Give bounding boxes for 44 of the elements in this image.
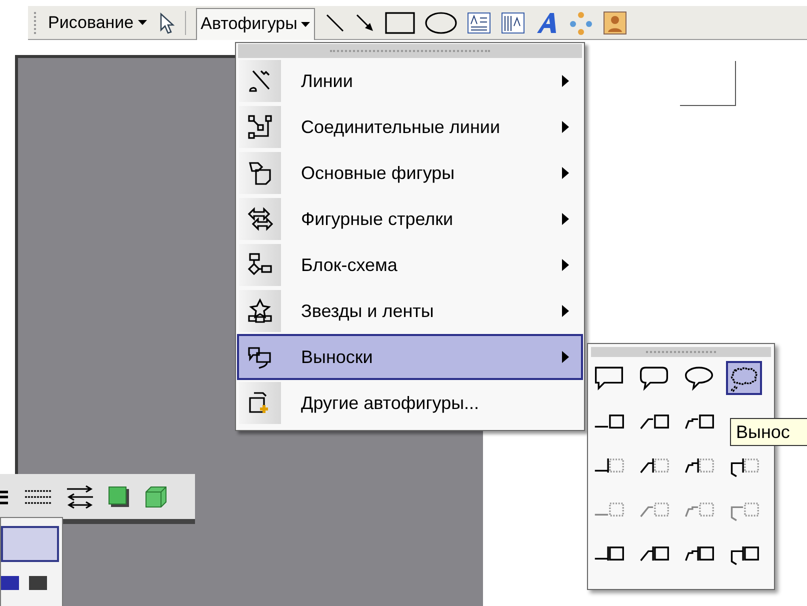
clipart-icon[interactable] [603,10,628,34]
menu-item[interactable]: Фигурные стрелки [237,196,583,242]
line-icon[interactable] [325,12,346,32]
menu-grip[interactable] [238,44,582,58]
menu-item-label: Выноски [301,346,373,368]
menu-item[interactable]: Другие автофигуры... [237,380,583,426]
caret-icon [301,22,310,26]
pointer-icon[interactable] [158,12,175,34]
menu-item-label: Основные фигуры [301,162,455,185]
menu-item[interactable]: Блок-схема [237,242,583,288]
callout-shape-button[interactable] [726,361,762,395]
menu-item[interactable]: Линии [237,58,583,104]
menu-item[interactable]: Основные фигуры [237,150,583,196]
shadow-icon[interactable] [108,486,130,508]
tooltip: Вынос [730,418,807,446]
double-arrow-icon [247,206,273,232]
caret-icon [138,20,147,25]
panel-option[interactable] [1,526,59,562]
cube-icon[interactable] [144,484,168,508]
menu-item-label: Соединительные линии [301,116,500,139]
autoshapes-menu[interactable]: Автофигуры [196,8,316,40]
menu-item[interactable]: Звезды и ленты [237,288,583,334]
flowchart-icon [247,252,273,278]
connector-icon [247,114,273,140]
star-ribbon-icon [247,298,273,324]
menu-item-label: Блок-схема [301,254,398,276]
menu-item-label: Линии [301,70,353,92]
color-swatch[interactable] [1,576,19,590]
text-box-icon[interactable] [467,12,492,34]
rectangle-icon[interactable] [385,12,416,34]
shapes-icon [247,160,273,186]
palette-grip[interactable] [591,347,771,357]
arrow-icon[interactable] [355,12,376,32]
menu-item-label: Звезды и ленты [301,300,434,323]
oval-icon[interactable] [425,12,458,34]
menu-item[interactable]: Выноски [237,334,583,380]
drawing-menu[interactable]: Рисование [46,10,149,36]
callout-icon [247,344,273,370]
vertical-text-box-icon[interactable] [501,12,526,34]
menu-item-label: Другие автофигуры... [301,392,480,415]
menu-item-label: Фигурные стрелки [301,208,454,231]
arrow-style-icon[interactable] [66,484,94,508]
menu-item[interactable]: Соединительные линии [237,104,583,150]
color-swatch[interactable] [29,576,47,590]
